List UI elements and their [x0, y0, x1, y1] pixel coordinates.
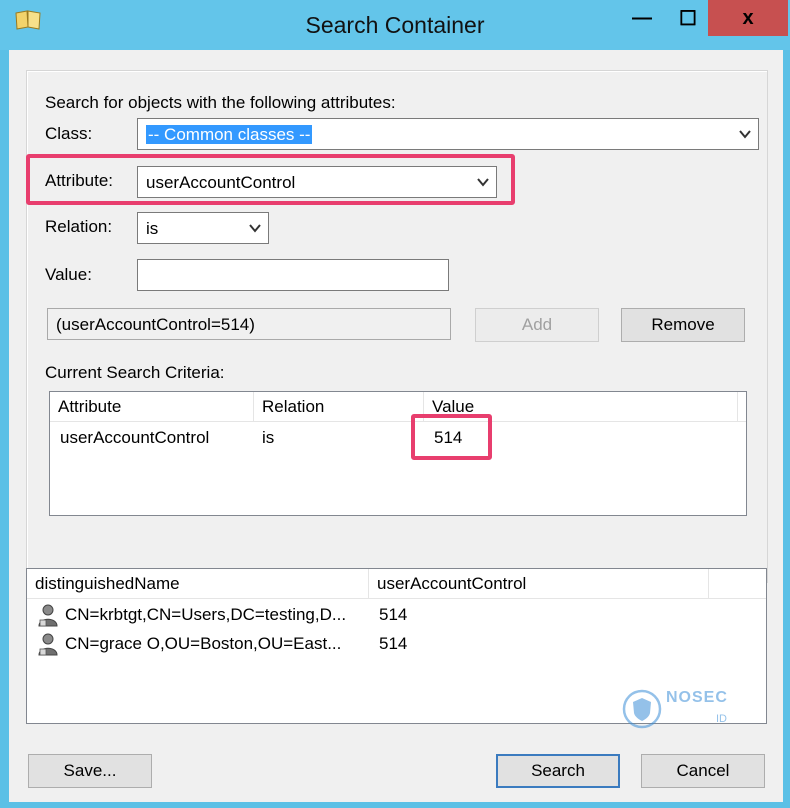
column-header-user-account-control[interactable]: userAccountControl [369, 569, 709, 599]
search-criteria-group: Search for objects with the following at… [26, 70, 768, 583]
result-uac-cell: 514 [379, 605, 408, 624]
column-header-relation[interactable]: Relation [254, 392, 424, 422]
value-highlight-box [411, 414, 492, 460]
result-uac-cell: 514 [379, 634, 408, 653]
watermark: NOSEC ID [616, 685, 746, 735]
criteria-relation-cell: is [262, 428, 275, 447]
criteria-list[interactable]: Attribute Relation Value userAccountCont… [49, 391, 747, 516]
minimize-button[interactable]: — [616, 0, 668, 36]
criteria-row[interactable]: userAccountControl is 514 [50, 424, 746, 452]
value-input[interactable] [137, 259, 449, 291]
save-button[interactable]: Save... [28, 754, 152, 788]
chevron-down-icon [739, 130, 751, 139]
class-label: Class: [45, 124, 93, 143]
value-label: Value: [45, 265, 92, 284]
relation-dropdown-value: is [146, 219, 159, 238]
shield-icon [622, 689, 662, 729]
add-button[interactable]: Add [475, 308, 599, 342]
maximize-button[interactable]: ☐ [668, 0, 708, 36]
remove-button[interactable]: Remove [621, 308, 745, 342]
user-icon [38, 633, 58, 656]
result-row[interactable]: CN=grace O,OU=Boston,OU=East... 514 [27, 630, 766, 658]
result-dn-cell: CN=grace O,OU=Boston,OU=East... [65, 634, 342, 653]
relation-dropdown[interactable]: is [137, 212, 269, 244]
watermark-subtext: ID [716, 713, 727, 725]
class-dropdown[interactable]: -- Common classes -- [137, 118, 759, 150]
class-selected-text: -- Common classes -- [146, 125, 313, 144]
results-list-header: distinguishedName userAccountControl [27, 569, 766, 599]
attribute-highlight-box [26, 154, 515, 205]
class-dropdown-value: -- Common classes -- [146, 125, 313, 145]
current-criteria-label: Current Search Criteria: [45, 363, 225, 382]
result-dn-cell: CN=krbtgt,CN=Users,DC=testing,D... [65, 605, 347, 624]
cancel-button[interactable]: Cancel [641, 754, 765, 788]
relation-label: Relation: [45, 217, 113, 236]
criteria-attribute-cell: userAccountControl [60, 428, 210, 447]
criteria-list-header: Attribute Relation Value [50, 392, 746, 422]
filter-preview-text: (userAccountControl=514) [56, 315, 255, 334]
watermark-text: NOSEC [666, 689, 728, 706]
result-row[interactable]: CN=krbtgt,CN=Users,DC=testing,D... 514 [27, 601, 766, 629]
user-icon [38, 604, 58, 627]
title-bar[interactable]: Search Container — ☐ x [0, 0, 790, 50]
search-button[interactable]: Search [496, 754, 620, 788]
criteria-heading: Search for objects with the following at… [45, 93, 396, 112]
chevron-down-icon [249, 224, 261, 233]
filter-preview-field: (userAccountControl=514) [47, 308, 451, 340]
column-header-attribute[interactable]: Attribute [50, 392, 254, 422]
column-header-distinguished-name[interactable]: distinguishedName [27, 569, 369, 599]
close-button[interactable]: x [708, 0, 788, 36]
